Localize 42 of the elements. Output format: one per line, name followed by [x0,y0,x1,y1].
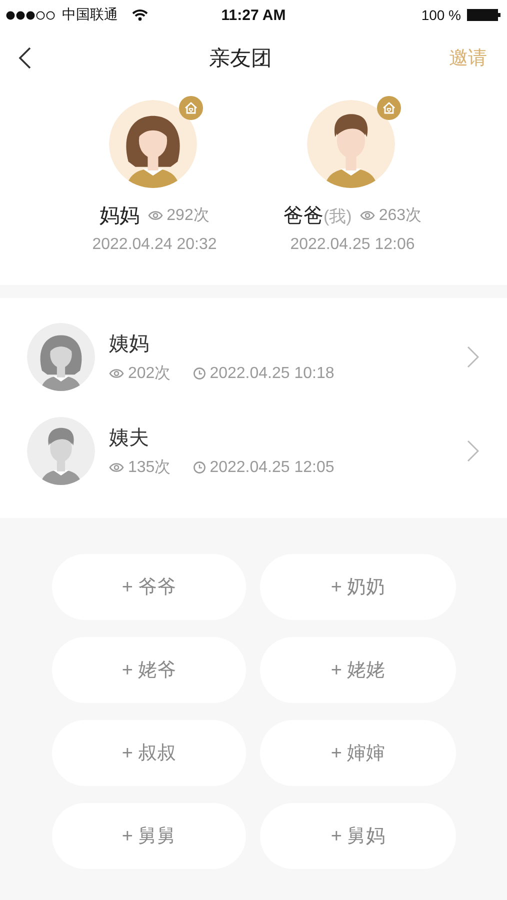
view-count: 202次 [128,364,171,384]
clock-icon [192,461,206,474]
page-title: 亲友团 [208,46,273,72]
add-relative-button[interactable]: + 姥爷 [52,637,246,703]
back-button[interactable] [18,46,32,70]
add-relative-button[interactable]: + 姥姥 [260,637,456,703]
member-name: 妈妈 [100,204,140,229]
eye-icon [109,462,124,473]
man-avatar-drawing [27,417,95,485]
view-count: 263次 [378,206,422,226]
woman-avatar-drawing [27,323,95,391]
house-badge-icon [178,96,202,120]
chevron-right-icon[interactable] [467,440,479,462]
house-badge-icon [376,96,400,120]
last-visit-time: 2022.04.24 20:32 [92,236,217,254]
me-tag: (我) [323,205,352,228]
last-visit-time: 2022.04.25 12:05 [210,458,334,476]
add-relative-button[interactable]: + 叔叔 [52,720,246,786]
clock-icon [192,367,206,380]
member-name: 姨夫 [109,426,150,451]
eye-icon [109,368,124,379]
add-relative-button[interactable]: + 舅妈 [260,803,456,869]
eye-icon [148,210,163,221]
carrier-label: 中国联通 [62,6,118,24]
wifi-icon [132,9,148,21]
battery-icon [467,9,502,21]
view-count: 292次 [166,206,210,226]
member-name: 姨妈 [109,332,150,357]
battery-percent: 100 % [421,7,462,23]
member-name: 爸爸 [283,204,324,229]
last-visit-time: 2022.04.25 10:18 [210,364,334,382]
add-relative-button[interactable]: + 爷爷 [52,554,246,620]
invite-button[interactable]: 邀请 [449,45,487,71]
add-relative-button[interactable]: + 奶奶 [260,554,456,620]
signal-icon [6,10,56,20]
last-visit-time: 2022.04.25 12:06 [290,236,415,254]
chevron-right-icon[interactable] [467,346,479,368]
eye-icon [360,210,375,221]
add-relative-button[interactable]: + 婶婶 [260,720,456,786]
clock-time: 11:27 AM [221,6,286,24]
add-relative-button[interactable]: + 舅舅 [52,803,246,869]
view-count: 135次 [128,458,171,478]
